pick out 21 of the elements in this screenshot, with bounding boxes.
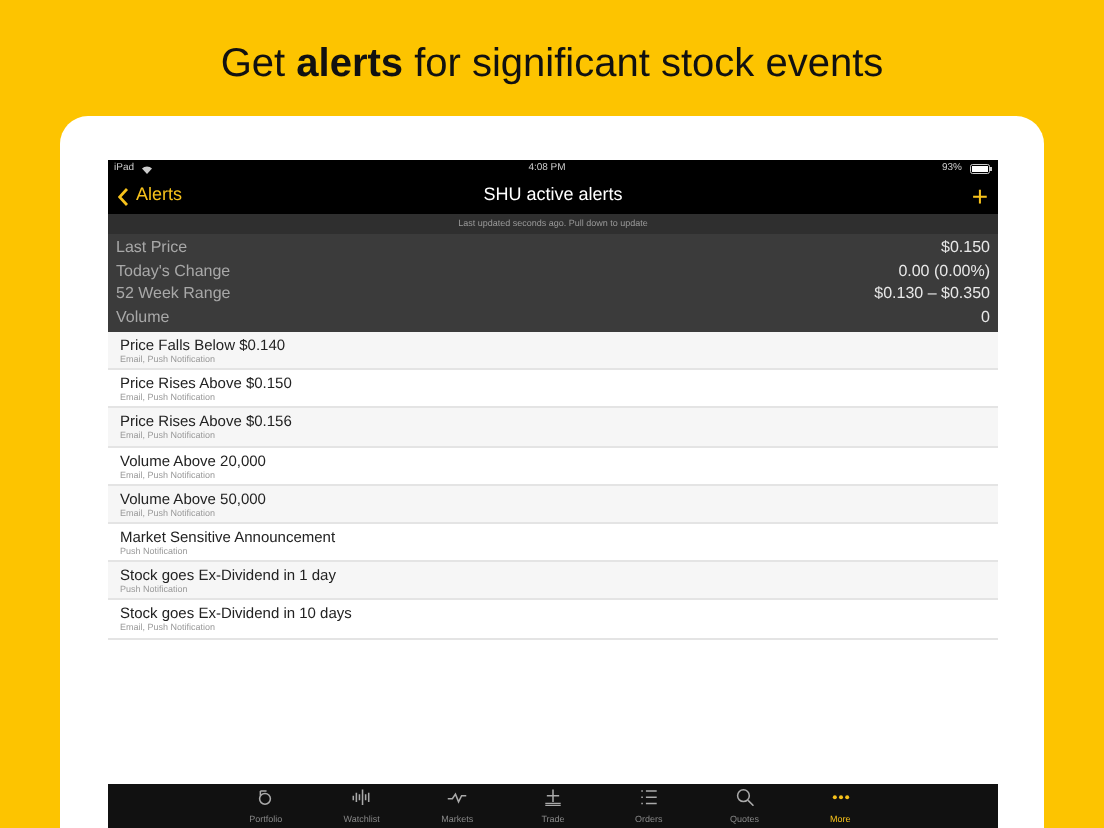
battery-icon <box>970 164 992 174</box>
bars-icon <box>350 788 373 807</box>
stat-label: Last Price <box>116 236 188 259</box>
add-button[interactable]: + <box>808 182 988 210</box>
plus-minus-icon <box>542 788 564 807</box>
stat-label: 52 Week Range <box>116 282 231 305</box>
stat-label: Volume <box>116 305 170 328</box>
stat-value: 0.00 (0.00%) <box>898 259 990 282</box>
stat-value: 0 <box>981 305 990 328</box>
screen-title: SHU active alerts <box>481 182 625 209</box>
wifi-icon <box>142 165 153 173</box>
pulse-icon <box>446 788 469 807</box>
back-button[interactable]: Alerts <box>118 182 298 210</box>
chevron-icon <box>118 187 128 205</box>
search-icon <box>733 788 756 807</box>
portfolio-icon <box>254 788 277 807</box>
stat-label: Today's Change <box>116 259 231 282</box>
stat-value: $0.150 <box>941 236 990 259</box>
list-icon <box>637 788 660 807</box>
stat-value: $0.130 – $0.350 <box>874 282 990 305</box>
headline: Get alerts for significant stock events <box>218 40 886 90</box>
